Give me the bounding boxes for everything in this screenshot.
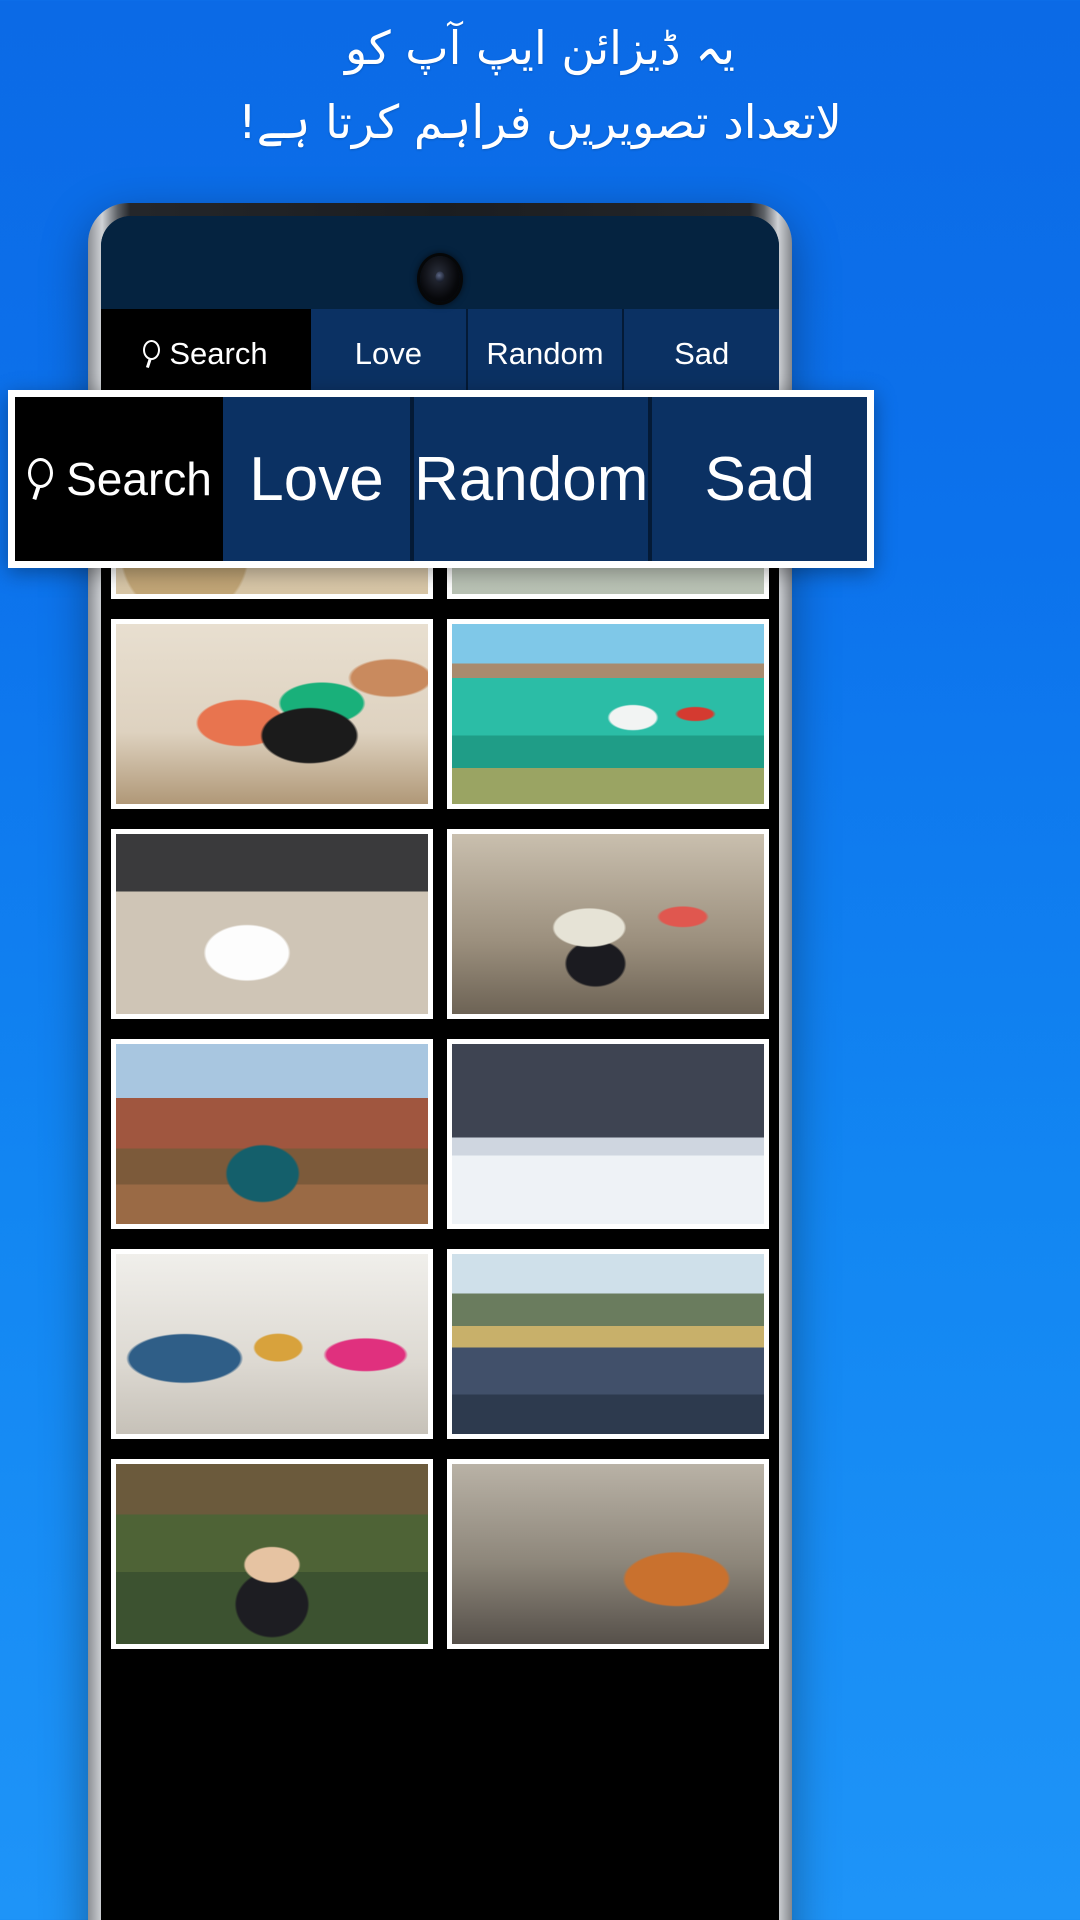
photo-card[interactable]: [111, 1249, 433, 1439]
callout-tab-love-label: Love: [249, 444, 384, 514]
photo-card[interactable]: [111, 1459, 433, 1649]
callout-tab-sad-label: Sad: [704, 444, 815, 514]
callout-tab-search-label: Search: [66, 453, 212, 505]
tab-random-label: Random: [486, 336, 604, 371]
headline-line-2: لاتعداد تصویریں فراہم کرتا ہے!: [238, 94, 842, 149]
tab-love-label: Love: [354, 336, 422, 371]
callout-tab-search[interactable]: Search: [15, 397, 223, 561]
photo-card[interactable]: [111, 619, 433, 809]
promo-headline: یہ ڈیزائن ایپ آپ کو لاتعداد تصویریں فراہ…: [0, 14, 1080, 158]
callout-tab-random[interactable]: Random: [414, 397, 653, 561]
search-icon: [26, 456, 58, 502]
tab-sad[interactable]: Sad: [624, 309, 779, 399]
photo-thumbnail: [116, 834, 428, 1014]
photo-card[interactable]: [447, 1459, 769, 1649]
photo-row: [111, 819, 769, 1029]
front-camera-icon: [420, 256, 460, 302]
status-bar-area: [101, 216, 779, 309]
photo-card[interactable]: [111, 1039, 433, 1229]
search-icon: [142, 339, 164, 369]
tab-love[interactable]: Love: [311, 309, 468, 399]
tab-search-label: Search: [169, 336, 268, 371]
photo-row: [111, 609, 769, 819]
photo-card[interactable]: [111, 829, 433, 1019]
photo-thumbnail: [116, 1464, 428, 1644]
category-tabbar[interactable]: Search Love Random Sad: [101, 309, 779, 399]
photo-card[interactable]: [447, 619, 769, 809]
photo-thumbnail: [116, 624, 428, 804]
photo-thumbnail: [452, 1044, 764, 1224]
callout-tab-random-label: Random: [414, 444, 649, 514]
photo-grid[interactable]: [101, 399, 779, 1920]
photo-thumbnail: [116, 1044, 428, 1224]
photo-thumbnail: [452, 1464, 764, 1644]
headline-line-1: یہ ڈیزائن ایپ آپ کو: [344, 21, 735, 75]
magnified-tabbar-callout: Search Love Random Sad: [8, 390, 874, 568]
photo-thumbnail: [452, 834, 764, 1014]
photo-thumbnail: [452, 1254, 764, 1434]
tab-random[interactable]: Random: [467, 309, 625, 399]
tab-sad-label: Sad: [674, 336, 730, 371]
photo-row: [111, 1239, 769, 1449]
photo-row: [111, 1449, 769, 1659]
callout-tab-sad[interactable]: Sad: [652, 397, 867, 561]
tab-search[interactable]: Search: [101, 309, 311, 399]
photo-thumbnail: [452, 624, 764, 804]
photo-card[interactable]: [447, 1039, 769, 1229]
photo-thumbnail: [116, 1254, 428, 1434]
photo-card[interactable]: [447, 1249, 769, 1439]
photo-row: [111, 1029, 769, 1239]
callout-tab-love[interactable]: Love: [223, 397, 414, 561]
photo-card[interactable]: [447, 829, 769, 1019]
